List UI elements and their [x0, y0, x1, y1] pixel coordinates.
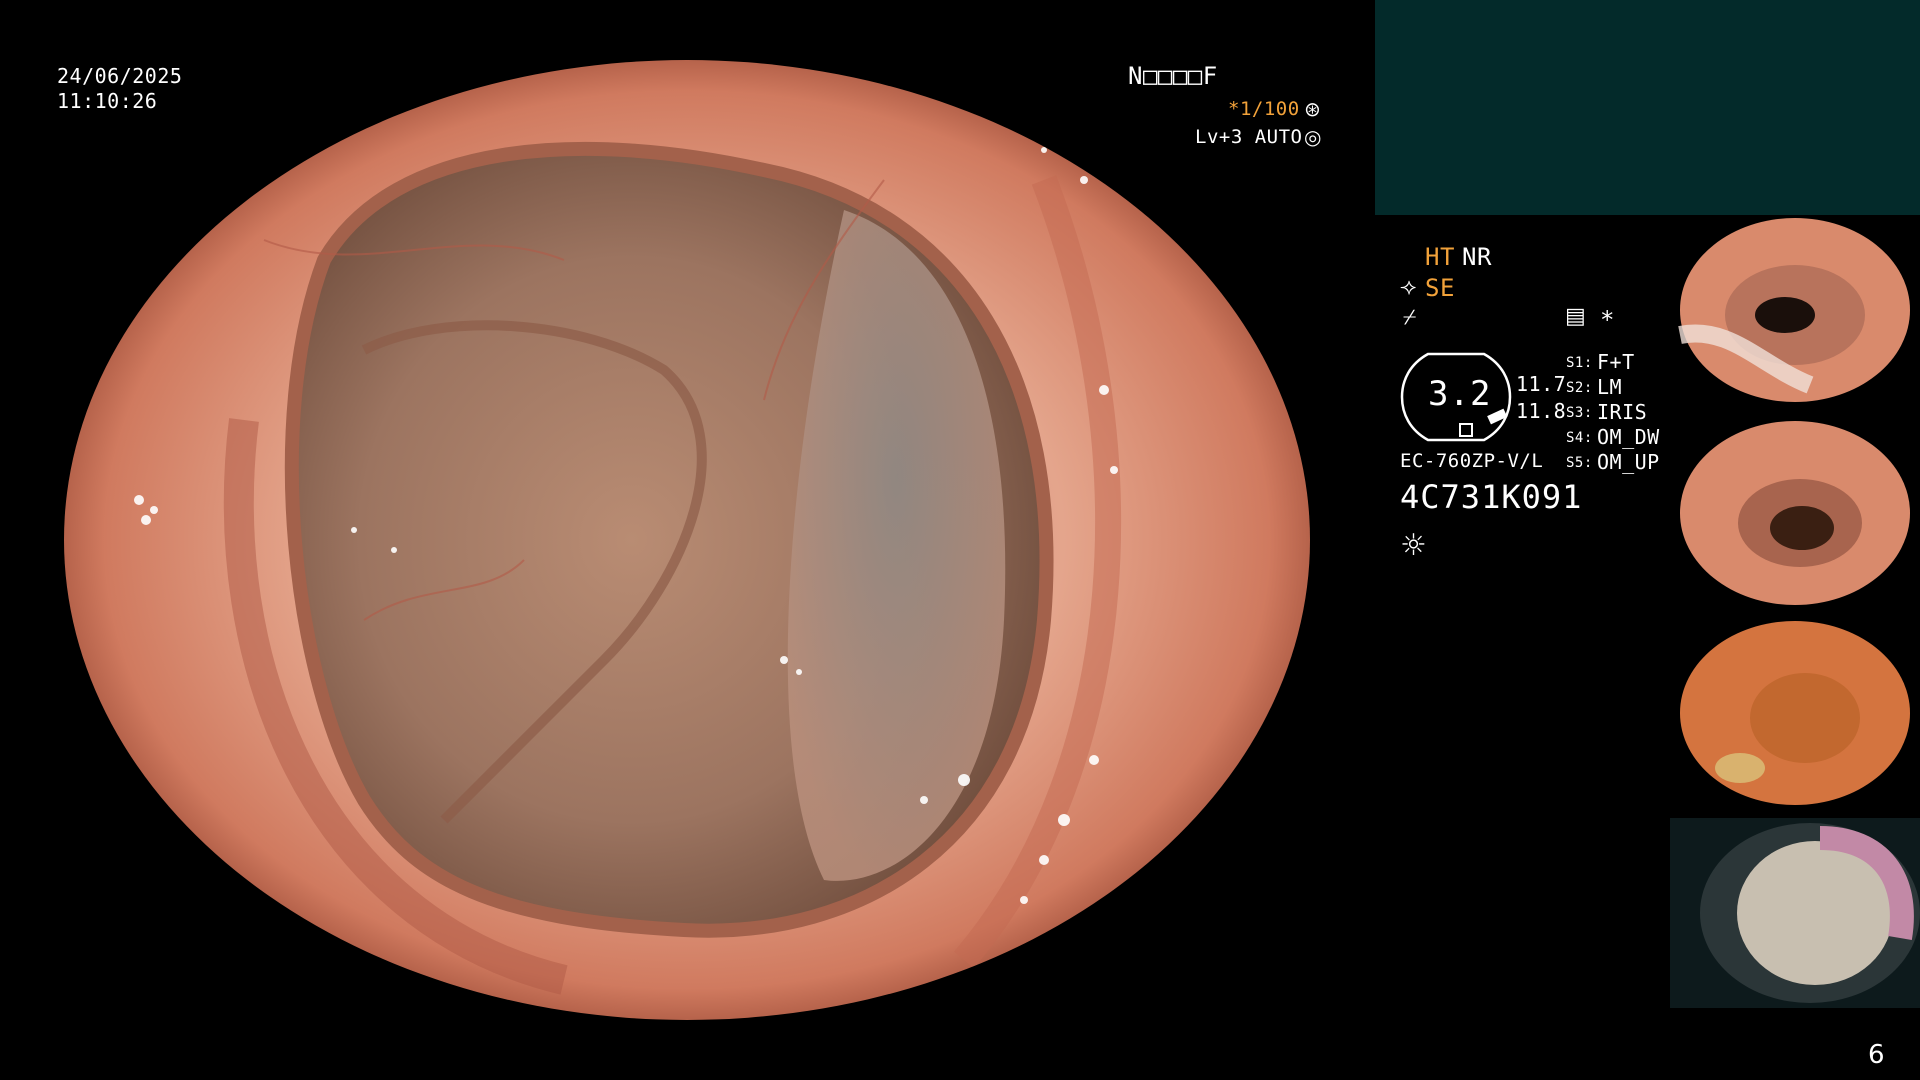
- iris-icon: ◎: [1304, 125, 1322, 149]
- memo-icon: ▤: [1565, 304, 1587, 329]
- endoscopic-image: [64, 60, 1310, 1020]
- switch-5-label: S5:: [1566, 455, 1593, 471]
- time-text: 11:10:26: [57, 89, 158, 113]
- scope-serial: 4C731K091: [1400, 478, 1583, 516]
- thumbnail-3[interactable]: [1670, 618, 1920, 808]
- switch-5-value: OM_UP: [1597, 450, 1660, 474]
- ht-indicator: HT: [1425, 243, 1455, 271]
- switch-1-label: S1:: [1566, 355, 1593, 371]
- switch-4-label: S4:: [1566, 430, 1593, 446]
- thumbnail-1[interactable]: [1670, 215, 1920, 405]
- gauge-value: 3.2: [1428, 374, 1491, 414]
- thumbnail-2-image: [1670, 418, 1920, 608]
- switch-2-label: S2:: [1566, 380, 1593, 396]
- scope-model: EC-760ZP-V/L: [1400, 450, 1544, 472]
- upper-value: 11.7: [1516, 372, 1567, 396]
- brightness-level: Lv+3 AUTO: [1195, 126, 1303, 148]
- freeze-icon: ⌿: [1403, 305, 1417, 330]
- page-number: 6: [1868, 1040, 1886, 1070]
- switch-1-value: F+T: [1597, 350, 1635, 374]
- switch-3-label: S3:: [1566, 405, 1593, 421]
- switch-3-value: IRIS: [1597, 400, 1648, 424]
- thumbnail-4-image: [1670, 818, 1920, 1008]
- thumbnail-4[interactable]: [1670, 818, 1920, 1008]
- shutter-icon: ⊛: [1304, 97, 1322, 121]
- date-text: 24/06/2025: [57, 64, 183, 88]
- info-panel: [1375, 0, 1920, 215]
- switch-2-value: LM: [1597, 375, 1623, 399]
- se-indicator: SE: [1425, 274, 1455, 302]
- structure-enhance-icon: ⟢: [1400, 275, 1417, 300]
- shutter-speed: *1/100: [1228, 98, 1300, 120]
- light-icon: ☼: [1400, 528, 1428, 563]
- thumbnail-1-image: [1670, 215, 1920, 405]
- patient-id: N□□□□F: [1128, 62, 1218, 90]
- thumbnail-2[interactable]: [1670, 418, 1920, 608]
- nr-indicator: NR: [1462, 243, 1492, 271]
- switch-4-value: OM_DW: [1597, 425, 1660, 449]
- star-icon: *: [1600, 306, 1615, 334]
- lower-value: 11.8: [1516, 399, 1567, 423]
- thumbnail-3-image: [1670, 618, 1920, 808]
